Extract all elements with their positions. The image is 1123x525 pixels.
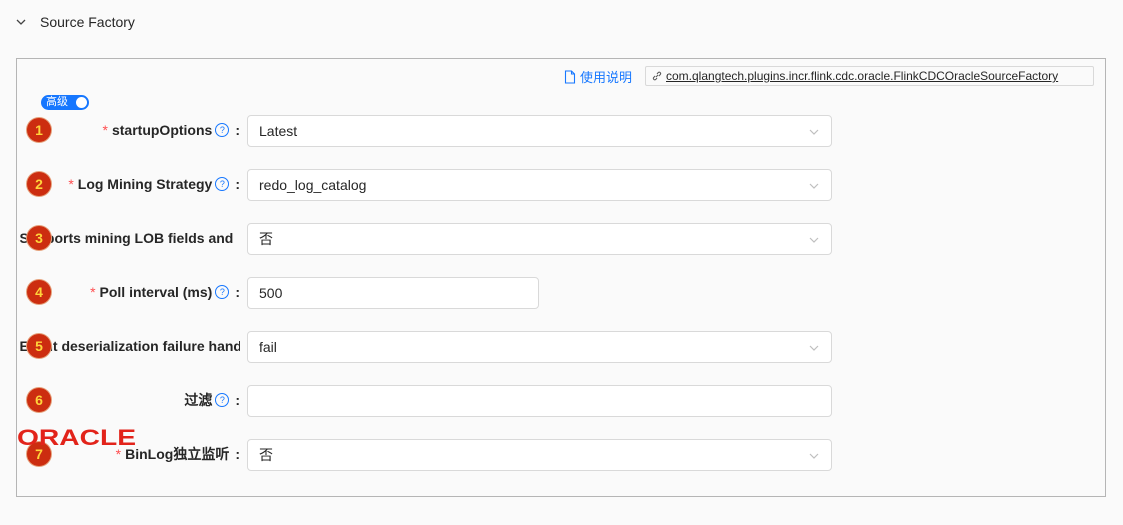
form-row: * BinLog独立监听: 否 — [0, 438, 1123, 472]
help-icon[interactable]: ? — [215, 393, 230, 407]
field-label-text: BinLog独立监听 — [125, 446, 230, 462]
required-mark: * — [68, 176, 74, 192]
section-header[interactable]: Source Factory — [0, 0, 1123, 46]
select-value: 否 — [259, 447, 273, 463]
step-marker: 5 — [27, 334, 51, 358]
chevron-down-icon[interactable] — [809, 181, 819, 191]
help-icon[interactable]: ? — [215, 177, 230, 191]
file-text-icon — [564, 69, 576, 84]
label-colon: : — [235, 176, 240, 192]
select-field[interactable]: redo_log_catalog — [247, 169, 832, 201]
field-label-text: 过滤 — [184, 392, 213, 408]
label-colon: : — [235, 122, 240, 138]
section-title: Source Factory — [40, 14, 135, 30]
select-field[interactable]: fail — [247, 331, 832, 363]
plugin-class-name[interactable]: com.qlangtech.plugins.incr.flink.cdc.ora… — [666, 69, 1058, 83]
chevron-down-icon[interactable] — [809, 235, 819, 245]
help-icon[interactable]: ? — [215, 123, 230, 137]
required-mark: * — [90, 284, 96, 300]
select-value: redo_log_catalog — [259, 177, 367, 193]
label-colon: : — [235, 392, 240, 408]
input-value: 500 — [259, 285, 283, 301]
usage-doc-label[interactable]: 使用说明 — [580, 67, 632, 86]
field-label-text: Event deserialization failure handling — [19, 338, 240, 354]
form-row: * Poll interval (ms)?: 500 — [0, 276, 1123, 310]
step-marker: 2 — [27, 172, 51, 196]
oracle-logo: ORACLE — [17, 426, 136, 448]
label-colon: : — [235, 446, 240, 462]
field-label-text: Poll interval (ms) — [99, 284, 213, 300]
step-marker: 1 — [27, 118, 51, 142]
field-label: *Supports mining LOB fields and — [18, 222, 240, 254]
field-label: * startupOptions?: — [18, 114, 240, 146]
select-field[interactable]: 否 — [247, 439, 832, 471]
oracle-logo-text: ORACLE — [17, 426, 136, 448]
field-label: *Event deserialization failure handling — [18, 330, 240, 362]
form-row: 过滤?: — [0, 384, 1123, 418]
form-row: * startupOptions?: Latest — [0, 114, 1123, 148]
chevron-down-icon[interactable] — [809, 343, 819, 353]
label-colon: : — [235, 284, 240, 300]
advanced-toggle[interactable]: 高级 — [41, 95, 89, 110]
chevron-down-icon[interactable] — [809, 451, 819, 461]
select-field[interactable]: Latest — [247, 115, 832, 147]
plugin-class-tag[interactable]: com.qlangtech.plugins.incr.flink.cdc.ora… — [645, 66, 1094, 86]
form-row: *Event deserialization failure handling f… — [0, 330, 1123, 364]
required-mark: * — [115, 446, 122, 462]
required-mark: * — [102, 122, 108, 138]
select-value: fail — [259, 339, 277, 355]
field-label-text: Log Mining Strategy — [77, 176, 213, 192]
chevron-down-icon[interactable] — [14, 15, 28, 29]
link-icon — [652, 71, 662, 81]
step-marker: 3 — [27, 226, 51, 250]
advanced-toggle-label: 高级 — [46, 96, 68, 108]
select-value: Latest — [259, 123, 298, 139]
step-marker: 4 — [27, 280, 51, 304]
form-row: *Supports mining LOB fields and 否 — [0, 222, 1123, 256]
text-input[interactable] — [247, 385, 832, 417]
field-label-text: Supports mining LOB fields and — [19, 230, 234, 246]
toggle-knob — [76, 97, 87, 108]
text-input[interactable]: 500 — [247, 277, 539, 309]
field-label: * Log Mining Strategy?: — [18, 168, 240, 200]
usage-doc-link[interactable]: 使用说明 — [564, 67, 632, 86]
field-label: * Poll interval (ms)?: — [18, 276, 240, 308]
field-label: 过滤?: — [18, 384, 240, 416]
select-field[interactable]: 否 — [247, 223, 832, 255]
chevron-down-icon[interactable] — [809, 127, 819, 137]
select-value: 否 — [259, 231, 273, 247]
step-marker: 6 — [27, 388, 51, 412]
field-label-text: startupOptions — [111, 122, 213, 138]
help-icon[interactable]: ? — [215, 285, 230, 299]
form-row: * Log Mining Strategy?: redo_log_catalog — [0, 168, 1123, 202]
